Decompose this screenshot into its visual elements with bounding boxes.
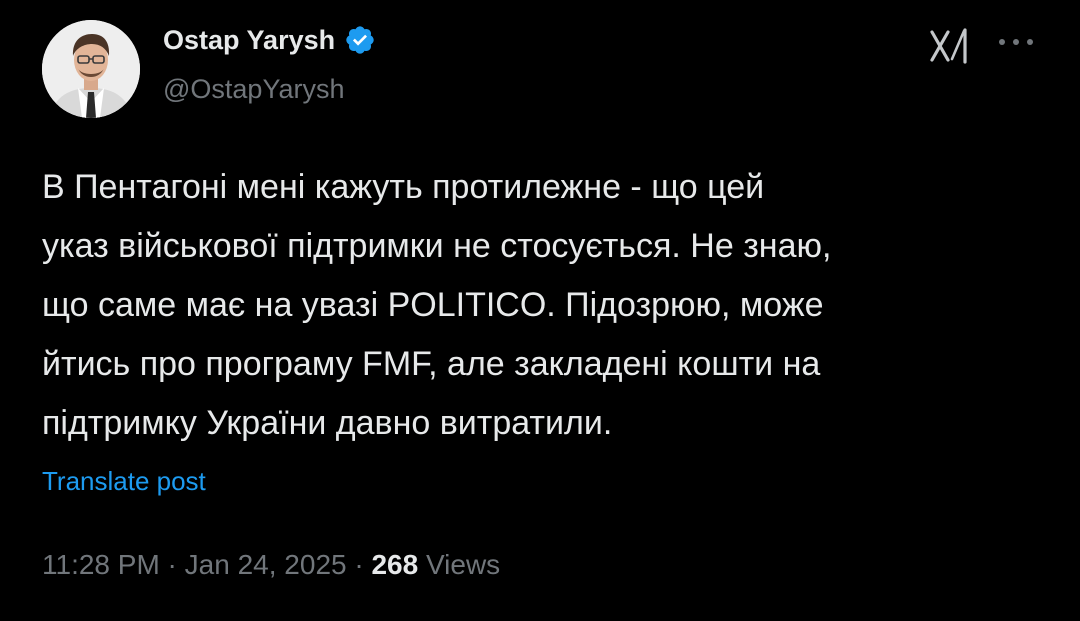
translate-post-link[interactable]: Translate post xyxy=(42,466,206,497)
author-name-text[interactable]: Ostap Yarysh xyxy=(163,25,335,56)
author-display-name[interactable]: Ostap Yarysh xyxy=(163,24,376,56)
post-meta: 11:28 PM · Jan 24, 2025 · 268 Views xyxy=(42,549,500,581)
avatar-photo xyxy=(42,20,140,118)
verified-badge-icon[interactable] xyxy=(344,24,376,56)
meta-separator: · xyxy=(159,549,185,580)
grok-icon[interactable] xyxy=(928,26,972,66)
views-count: 268 xyxy=(371,549,419,580)
meta-separator: · xyxy=(346,549,372,580)
post-time[interactable]: 11:28 PM xyxy=(42,549,160,580)
author-handle[interactable]: @OstapYarysh xyxy=(163,74,344,105)
post-text: В Пентагоні мені кажуть протилежне - що … xyxy=(42,168,832,442)
author-avatar[interactable] xyxy=(42,20,140,118)
more-options-icon[interactable] xyxy=(996,34,1036,50)
post-card: Ostap Yarysh @OstapYarysh В Пентагоні ме… xyxy=(0,0,1080,621)
views-label: Views xyxy=(425,549,501,580)
post-date[interactable]: Jan 24, 2025 xyxy=(185,549,347,580)
